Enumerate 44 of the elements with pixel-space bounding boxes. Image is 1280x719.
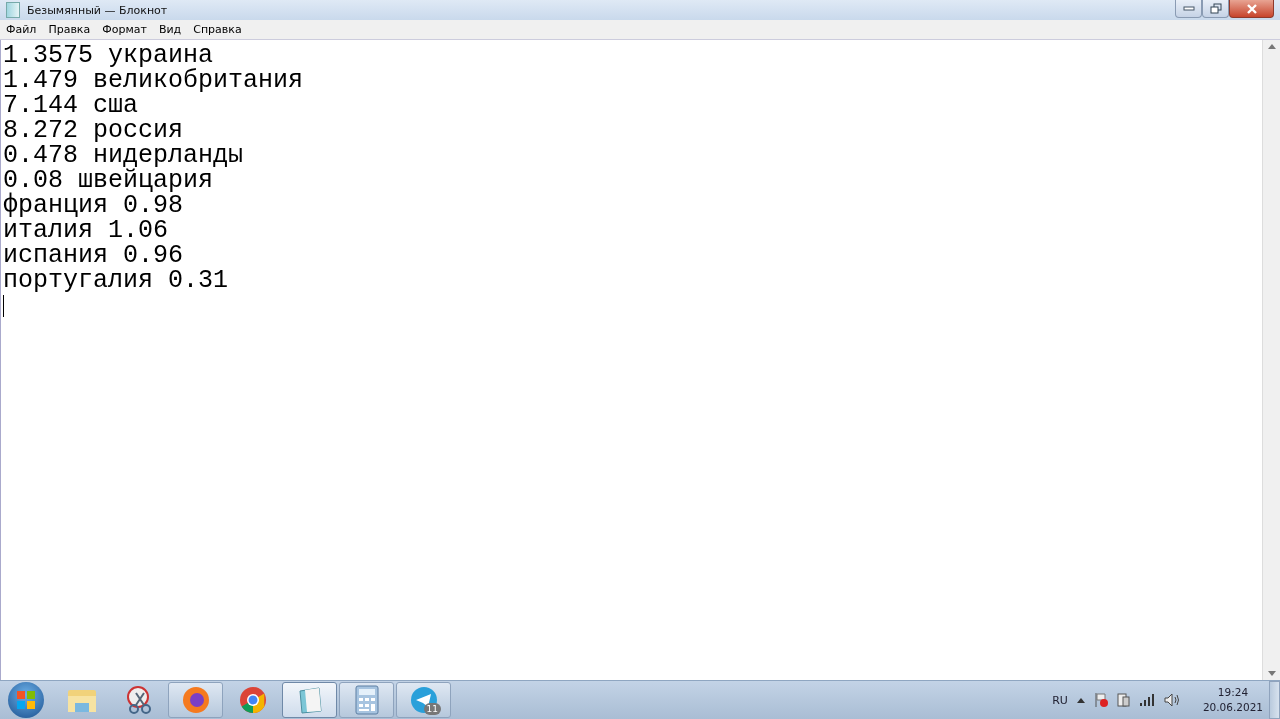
text-line: италия 1.06 — [3, 218, 169, 243]
power-plug-icon[interactable] — [1116, 692, 1130, 708]
show-hidden-icons-icon[interactable] — [1076, 697, 1085, 703]
text-line: 0.478 нидерланды — [3, 143, 244, 168]
menu-item[interactable]: Вид — [152, 23, 188, 36]
taskbar-button[interactable] — [282, 682, 337, 718]
taskbar-button[interactable] — [339, 682, 394, 718]
menu-item[interactable]: Файл — [0, 23, 43, 36]
chrome-icon — [237, 685, 268, 715]
close-button[interactable] — [1229, 0, 1274, 18]
menu-item[interactable]: Формат — [96, 23, 153, 36]
text-line: 1.3575 украина — [3, 43, 214, 68]
text-cursor — [3, 295, 4, 317]
text-line: 1.479 великобритания — [3, 68, 304, 93]
taskbar-button[interactable] — [168, 682, 223, 718]
close-icon — [1245, 3, 1258, 14]
calculator-icon — [353, 685, 380, 715]
restore-icon — [1209, 3, 1222, 14]
minimize-icon — [1182, 5, 1195, 12]
speaker-icon[interactable] — [1163, 693, 1180, 707]
start-button[interactable] — [8, 682, 44, 718]
text-line: португалия 0.31 — [3, 268, 229, 293]
firefox-icon — [180, 685, 211, 715]
language-indicator[interactable]: RU — [1052, 693, 1068, 707]
text-line: 0.08 швейцария — [3, 168, 214, 193]
signal-bars-icon[interactable] — [1138, 694, 1155, 706]
minimize-button[interactable] — [1175, 0, 1202, 18]
flag-icon[interactable] — [1093, 692, 1108, 708]
scroll-down-icon[interactable] — [1267, 671, 1276, 676]
clock-date[interactable]: 20.06.2021 — [1202, 700, 1263, 715]
text-line: франция 0.98 — [3, 193, 184, 218]
windows-logo-icon — [16, 690, 36, 710]
text-line: 7.144 сша — [3, 93, 139, 118]
text-line: 8.272 россия — [3, 118, 184, 143]
notepad-icon — [6, 2, 20, 18]
menu-item[interactable]: Справка — [187, 23, 248, 36]
scrollbar[interactable] — [1262, 40, 1280, 680]
window-title: Безымянный — Блокнот — [27, 3, 169, 17]
menu-item[interactable]: Правка — [42, 23, 97, 36]
text-line: испания 0.96 — [3, 243, 184, 268]
clock-time[interactable]: 19:24 — [1217, 685, 1249, 700]
scroll-up-icon[interactable] — [1267, 44, 1276, 49]
taskbar-button[interactable]: 11 — [396, 682, 451, 718]
restore-button[interactable] — [1202, 0, 1229, 18]
